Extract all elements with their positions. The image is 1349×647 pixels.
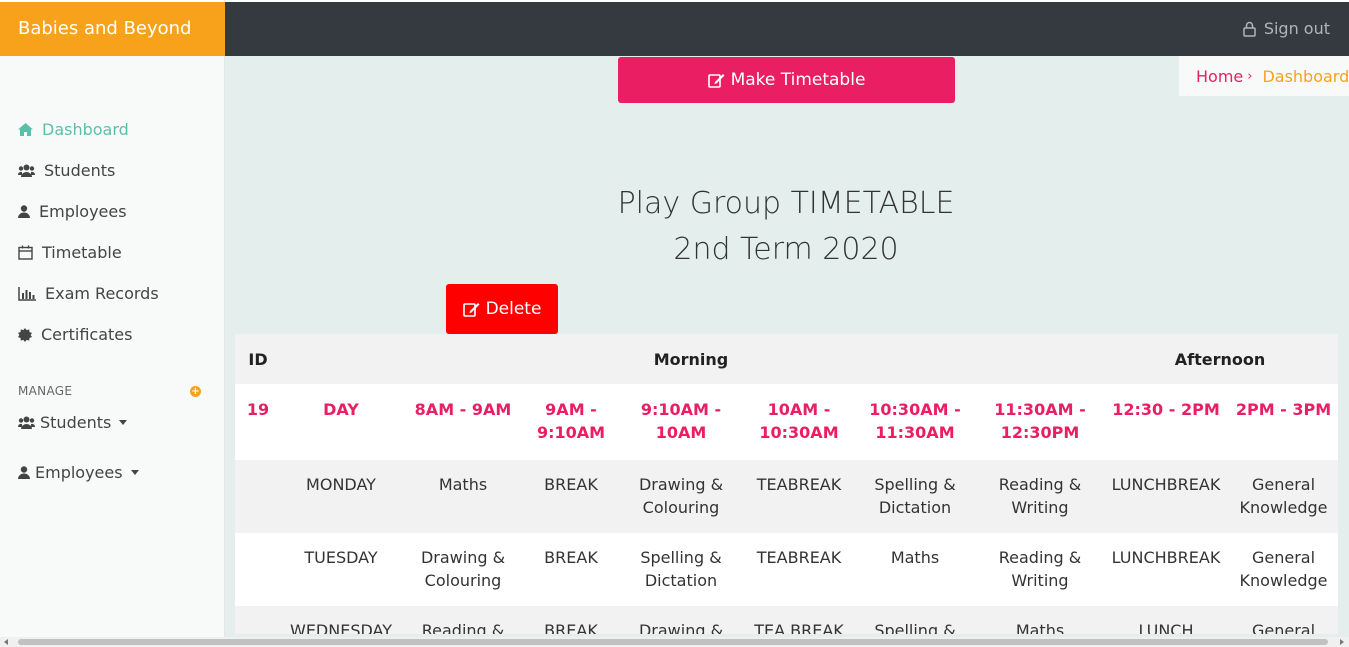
cell-day: DAY — [323, 400, 359, 419]
user-icon — [18, 205, 30, 218]
sidebar-item-dashboard[interactable]: Dashboard — [18, 120, 129, 139]
cell-day: MONDAY — [306, 475, 376, 494]
home-icon — [18, 123, 33, 136]
manage-heading: MANAGE — [18, 384, 73, 398]
bar-chart-icon — [18, 286, 36, 301]
cell-2pm: 2PM - 3PM — [1235, 400, 1332, 419]
sidebar-item-label: Students — [44, 161, 116, 180]
make-timetable-button[interactable]: Make Timetable — [618, 57, 955, 103]
make-timetable-label: Make Timetable — [730, 70, 866, 90]
sidebar-item-label: Students — [40, 413, 112, 432]
sign-out-label: Sign out — [1263, 19, 1330, 38]
time-slot-row: 19 DAY 8AM - 9AM 9AM - 9:10AM 9:10AM - 10AM 1… — [235, 384, 1338, 460]
cell-910am: Spelling & Dictation — [640, 548, 722, 590]
breadcrumb: Home › Dashboard — [1179, 56, 1349, 96]
cell-910am: Drawing & Colouring — [638, 475, 724, 517]
certificate-icon — [18, 327, 32, 342]
sidebar-item-employees[interactable]: Employees — [18, 202, 127, 221]
breadcrumb-home-link[interactable]: Home — [1196, 67, 1243, 86]
cell-1230pm: LUNCH — [1138, 621, 1194, 634]
sidebar-item-students[interactable]: Students — [18, 161, 115, 180]
caret-down-icon — [119, 420, 128, 425]
cell-910am: 9:10AM - 10AM — [640, 400, 722, 442]
user-icon — [18, 466, 30, 479]
cell-day: TUESDAY — [304, 548, 378, 567]
scrollbar-thumb[interactable] — [18, 639, 1328, 645]
cell-9am: BREAK — [544, 621, 598, 634]
cell-9am: BREAK — [544, 475, 598, 494]
header-morning: Morning — [653, 350, 729, 369]
sidebar-dropdown-employees[interactable]: Employees — [18, 463, 139, 482]
chevron-right-icon: › — [1247, 68, 1253, 84]
cell-8am: 8AM - 9AM — [414, 400, 512, 419]
cell-1030am: 10:30AM - 11:30AM — [869, 400, 961, 442]
sign-out-link[interactable]: Sign out — [1242, 2, 1330, 56]
cell-id: 19 — [246, 400, 270, 419]
header-afternoon: Afternoon — [1174, 350, 1266, 369]
sidebar-item-label: Exam Records — [45, 284, 159, 303]
sidebar-item-timetable[interactable]: Timetable — [18, 243, 122, 262]
page-subtitle: 2nd Term 2020 — [673, 232, 899, 267]
sidebar-item-exam-records[interactable]: Exam Records — [18, 284, 159, 303]
sidebar: Dashboard Students Employees Timetable E… — [0, 56, 225, 647]
users-icon — [18, 164, 35, 177]
scroll-right-arrow-icon[interactable] — [1340, 639, 1344, 645]
sidebar-item-label: Dashboard — [42, 120, 129, 139]
cell-1130am: Reading & Writing — [998, 475, 1082, 517]
cell-910am: Drawing & — [638, 621, 724, 634]
sidebar-item-label: Employees — [35, 463, 123, 482]
page-title: Play Group TIMETABLE — [617, 186, 955, 221]
cell-1030am: Maths — [890, 548, 940, 567]
calendar-icon — [18, 245, 33, 260]
breadcrumb-current: Dashboard — [1262, 66, 1349, 86]
cell-9am: 9AM - 9:10AM — [536, 400, 606, 442]
table-row: TUESDAY Drawing & Colouring BREAK Spelling … — [235, 533, 1338, 606]
cell-8am: Maths — [438, 475, 488, 494]
caret-down-icon — [130, 470, 139, 475]
sidebar-item-label: Timetable — [42, 243, 122, 262]
delete-button[interactable]: Delete — [446, 284, 558, 334]
cell-10am: TEABREAK — [756, 475, 842, 494]
cell-1130am: 11:30AM - 12:30PM — [994, 400, 1086, 442]
cell-9am: BREAK — [544, 548, 598, 567]
brand-logo[interactable]: Babies and Beyond — [0, 2, 225, 56]
table-row: MONDAY Maths BREAK Drawing & Colouring TEABR… — [235, 460, 1338, 533]
cell-1230pm: LUNCHBREAK — [1111, 475, 1221, 494]
cell-10am: 10AM - 10:30AM — [759, 400, 839, 442]
sidebar-item-label: Employees — [39, 202, 127, 221]
cell-1230pm: LUNCHBREAK — [1111, 548, 1221, 567]
table-header-row: ID Morning Afternoon — [235, 334, 1338, 384]
cell-1230pm: 12:30 - 2PM — [1112, 400, 1220, 419]
cell-10am: TEABREAK — [756, 548, 842, 567]
sidebar-item-certificates[interactable]: Certificates — [18, 325, 132, 344]
delete-label: Delete — [485, 299, 542, 319]
sidebar-item-label: Certificates — [41, 325, 133, 344]
lock-icon — [1243, 21, 1256, 37]
cell-1130am: Maths — [1015, 621, 1065, 634]
cell-2pm: General Knowledge — [1239, 475, 1328, 517]
cell-8am: Drawing & Colouring — [420, 548, 506, 590]
cell-10am: TEA BREAK — [754, 621, 844, 634]
add-icon[interactable]: + — [190, 386, 201, 397]
cell-1030am: Spelling & — [874, 621, 956, 634]
cell-1130am: Reading & Writing — [998, 548, 1082, 590]
edit-icon — [707, 73, 725, 88]
table-row: WEDNESDAY Reading & BREAK Drawing & TEA BREA… — [235, 606, 1338, 634]
edit-icon — [462, 302, 480, 317]
cell-2pm: General — [1251, 621, 1316, 634]
header-id: ID — [248, 350, 268, 369]
timetable-table: ID Morning Afternoon 19 DAY 8AM - 9AM 9AM -… — [235, 334, 1338, 634]
cell-1030am: Spelling & Dictation — [874, 475, 956, 517]
cell-2pm: General Knowledge — [1239, 548, 1328, 590]
cell-day: WEDNESDAY — [290, 621, 392, 634]
sidebar-dropdown-students[interactable]: Students — [18, 413, 128, 432]
cell-8am: Reading & — [421, 621, 505, 634]
scroll-left-arrow-icon[interactable] — [4, 639, 8, 645]
users-icon — [18, 416, 35, 429]
